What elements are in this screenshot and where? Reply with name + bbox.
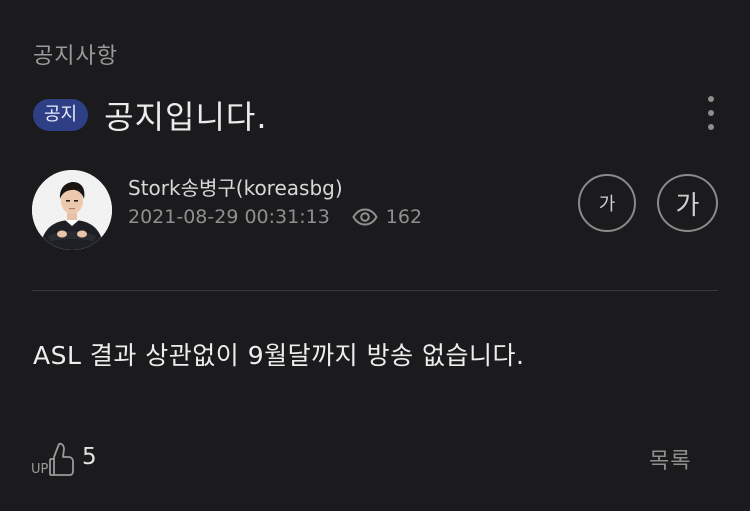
more-dot	[708, 96, 714, 102]
divider	[32, 290, 718, 291]
post-meta: 2021-08-29 00:31:13 162	[128, 206, 422, 228]
post-title: 공지입니다.	[104, 98, 268, 136]
post-view: 공지사항 공지 공지입니다. Stork송병구(koreasbg) 2021-0…	[0, 0, 750, 511]
author-name[interactable]: Stork송병구(koreasbg)	[128, 172, 343, 201]
up-count: 5	[82, 444, 97, 470]
post-title-row: 공지 공지입니다.	[33, 92, 268, 138]
up-vote[interactable]: UP 5	[30, 437, 97, 477]
more-options-icon[interactable]	[702, 96, 720, 130]
list-button[interactable]: 목록	[649, 443, 691, 475]
avatar-image	[32, 170, 112, 250]
more-dot	[708, 110, 714, 116]
font-size-large-button[interactable]: 가	[657, 174, 718, 232]
up-label-text: UP	[31, 462, 49, 477]
post-datetime: 2021-08-29 00:31:13	[128, 206, 330, 228]
view-count: 162	[385, 206, 423, 228]
more-dot	[708, 124, 714, 130]
eye-icon	[352, 208, 378, 226]
post-body: ASL 결과 상관없이 9월달까지 방송 없습니다.	[33, 341, 525, 370]
author-info: Stork송병구(koreasbg) 2021-08-29 00:31:13 1…	[32, 170, 722, 250]
avatar[interactable]	[32, 170, 112, 250]
font-size-small-button[interactable]: 가	[578, 174, 636, 232]
board-category[interactable]: 공지사항	[33, 38, 118, 70]
thumbs-up-icon[interactable]: UP	[30, 437, 74, 477]
notice-badge: 공지	[33, 99, 89, 131]
